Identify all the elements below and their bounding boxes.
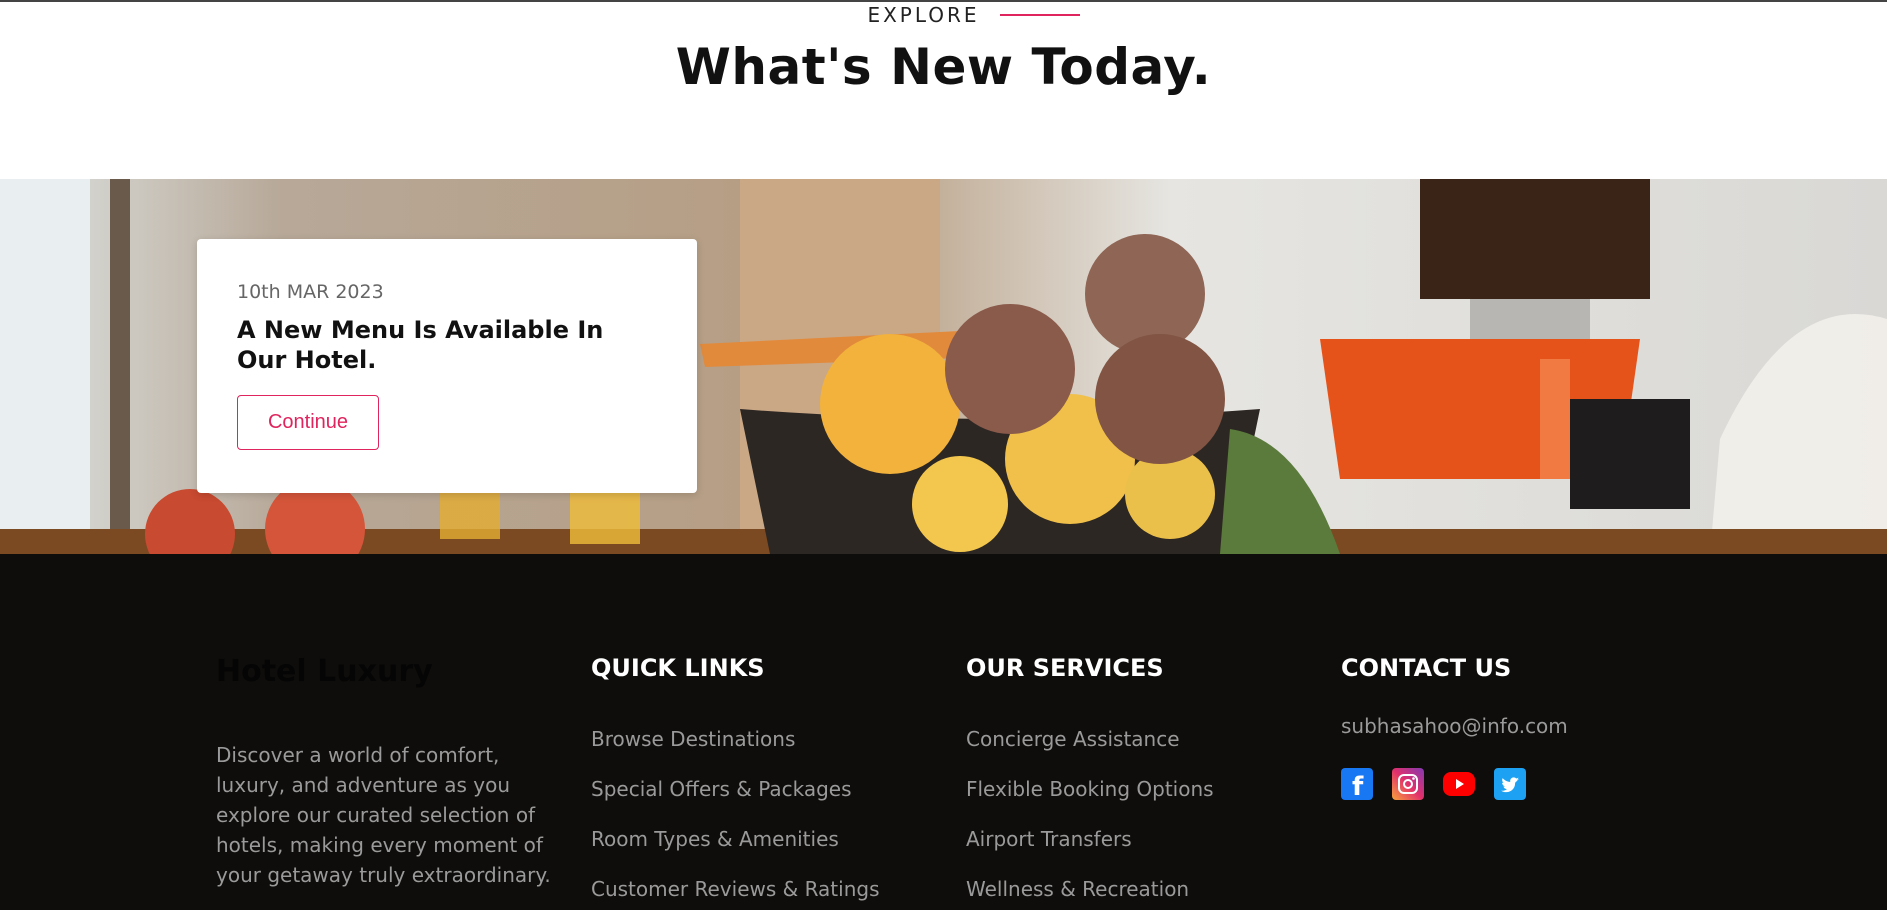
services-heading: OUR SERVICES <box>966 654 1164 682</box>
explore-eyebrow: EXPLORE <box>0 3 1887 27</box>
footer-brand-col: Hotel Luxury <box>216 654 433 689</box>
contact-email[interactable]: subhasahoo@info.com <box>1341 714 1568 738</box>
eyebrow-text: EXPLORE <box>867 3 980 27</box>
footer-about: Discover a world of comfort, luxury, and… <box>216 743 551 887</box>
quick-links-heading: QUICK LINKS <box>591 654 765 682</box>
service-item[interactable]: Concierge Assistance <box>966 714 1214 764</box>
quick-links-col: QUICK LINKS Browse Destinations Special … <box>591 654 880 914</box>
service-item[interactable]: Wellness & Recreation <box>966 864 1214 914</box>
quick-link-item[interactable]: Browse Destinations <box>591 714 880 764</box>
top-border <box>0 0 1887 2</box>
continue-button[interactable]: Continue <box>237 395 379 450</box>
footer-brand[interactable]: Hotel Luxury <box>216 654 433 689</box>
youtube-icon[interactable] <box>1443 772 1475 796</box>
instagram-icon[interactable] <box>1392 768 1424 800</box>
quick-link-item[interactable]: Room Types & Amenities <box>591 814 880 864</box>
social-links: f <box>1341 768 1568 800</box>
service-item[interactable]: Flexible Booking Options <box>966 764 1214 814</box>
contact-col: CONTACT US subhasahoo@info.com f <box>1341 654 1568 800</box>
news-date: 10th MAR 2023 <box>237 281 384 303</box>
quick-link-item[interactable]: Customer Reviews & Ratings <box>591 864 880 914</box>
facebook-icon[interactable]: f <box>1341 768 1373 800</box>
services-col: OUR SERVICES Concierge Assistance Flexib… <box>966 654 1214 914</box>
news-card: 10th MAR 2023 A New Menu Is Available In… <box>197 239 697 493</box>
contact-heading: CONTACT US <box>1341 654 1512 682</box>
eyebrow-accent-line <box>999 14 1080 16</box>
section-headline: What's New Today. <box>675 38 1212 96</box>
service-item[interactable]: Airport Transfers <box>966 814 1214 864</box>
twitter-icon[interactable] <box>1494 768 1526 800</box>
svg-text:f: f <box>1352 772 1364 800</box>
quick-link-item[interactable]: Special Offers & Packages <box>591 764 880 814</box>
news-title: A New Menu Is Available In Our Hotel. <box>237 316 604 374</box>
site-footer: Hotel Luxury Discover a world of comfort… <box>0 554 1887 910</box>
